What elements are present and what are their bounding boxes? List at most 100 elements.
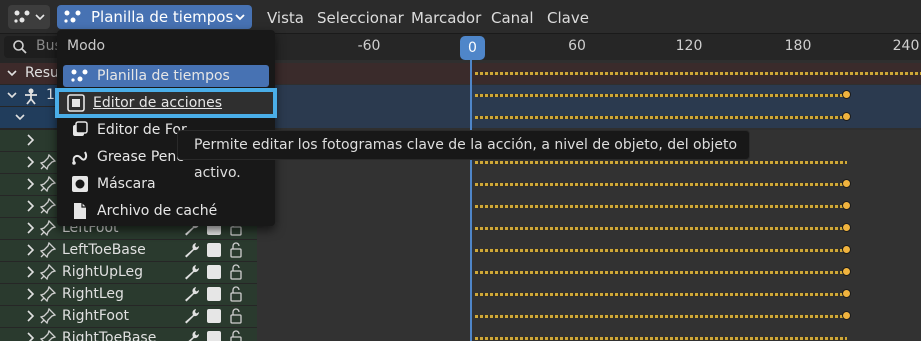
wrench-icon[interactable] — [184, 264, 200, 280]
lock-icon[interactable] — [229, 330, 243, 341]
mode-dropdown[interactable]: Planilla de tiempos — [57, 5, 252, 29]
pin-icon[interactable] — [40, 198, 56, 214]
editor-type-button[interactable] — [8, 5, 50, 29]
wrench-icon[interactable] — [184, 242, 200, 258]
timeline-area[interactable]: -60 60 120 180 240 — [257, 34, 921, 341]
keyframe-strip[interactable] — [475, 227, 847, 230]
mode-menu: Modo Planilla de tiempos Editor de For G… — [57, 30, 275, 226]
visibility-checkbox[interactable] — [207, 287, 221, 301]
frame-ruler[interactable]: -60 60 120 180 240 — [257, 34, 921, 60]
pin-icon[interactable] — [40, 220, 56, 236]
keyframe-strip[interactable] — [475, 315, 847, 318]
keyframe-strip[interactable] — [475, 205, 847, 208]
pin-icon[interactable] — [40, 330, 56, 341]
keyframe[interactable] — [842, 311, 851, 320]
mode-item-dopesheet[interactable]: Planilla de tiempos — [63, 65, 269, 87]
chevron-right-icon[interactable] — [26, 199, 36, 213]
keyframe[interactable] — [842, 179, 851, 188]
lock-icon[interactable] — [229, 308, 243, 324]
mode-item-cache-file[interactable]: Archivo de caché — [63, 200, 269, 222]
frame-tick: -60 — [357, 38, 381, 54]
frame-tick: 60 — [568, 38, 586, 54]
mode-item-label: Grease Penc — [97, 149, 184, 165]
chevron-right-icon[interactable] — [26, 221, 36, 235]
keyframe[interactable] — [842, 112, 851, 121]
chevron-right-icon[interactable] — [26, 133, 36, 147]
dopesheet-icon — [69, 67, 91, 85]
bone-name: RightFoot — [62, 308, 130, 324]
pin-icon[interactable] — [40, 242, 56, 258]
lock-icon[interactable] — [229, 286, 243, 302]
menu-seleccionar[interactable]: Seleccionar — [317, 9, 404, 27]
wrench-icon[interactable] — [184, 330, 200, 341]
bone-name: RightToeBase — [62, 330, 157, 341]
pin-icon[interactable] — [40, 286, 56, 302]
chevron-down-icon[interactable] — [14, 111, 26, 123]
keyframe[interactable] — [842, 245, 851, 254]
keyframe-strip[interactable] — [475, 116, 847, 119]
keyframe-strip[interactable] — [475, 271, 847, 274]
mode-item-label: Editor de acciones — [93, 95, 223, 111]
mode-menu-title: Modo — [67, 38, 106, 54]
frame-tick: 120 — [675, 38, 703, 54]
keyframe[interactable] — [842, 267, 851, 276]
pin-icon[interactable] — [40, 176, 56, 192]
bone-row[interactable]: RightUpLeg — [0, 262, 257, 283]
wrench-icon[interactable] — [184, 308, 200, 324]
keyframe-strip[interactable] — [475, 337, 847, 340]
bone-row[interactable]: RightToeBase — [0, 328, 257, 341]
pin-icon[interactable] — [40, 308, 56, 324]
dopesheet-icon — [14, 10, 30, 23]
chevron-right-icon[interactable] — [26, 243, 36, 257]
bone-row[interactable]: RightFoot — [0, 306, 257, 327]
chevron-down-icon[interactable] — [6, 89, 18, 101]
mode-item-label: Planilla de tiempos — [97, 68, 230, 84]
menu-marcador[interactable]: Marcador — [411, 9, 481, 27]
chevron-right-icon[interactable] — [26, 265, 36, 279]
playhead-frame-indicator[interactable]: 0 — [460, 36, 485, 60]
pin-icon[interactable] — [40, 264, 56, 280]
object-label: 1 — [46, 87, 55, 103]
search-icon — [13, 40, 27, 54]
frame-tick: 180 — [784, 38, 812, 54]
wrench-icon[interactable] — [184, 286, 200, 302]
playhead-line[interactable] — [470, 56, 472, 341]
visibility-checkbox[interactable] — [207, 243, 221, 257]
keyframe[interactable] — [842, 90, 851, 99]
keyframe[interactable] — [842, 223, 851, 232]
mode-item-label: Editor de For — [97, 122, 187, 138]
keyframe[interactable] — [842, 201, 851, 210]
bone-row[interactable]: RightLeg — [0, 284, 257, 305]
menu-canal[interactable]: Canal — [491, 9, 534, 27]
chevron-down-icon[interactable] — [6, 67, 18, 79]
object-track — [257, 85, 921, 128]
chevron-right-icon[interactable] — [26, 177, 36, 191]
visibility-checkbox[interactable] — [207, 331, 221, 341]
keyframe-strip[interactable] — [475, 249, 847, 252]
chevron-right-icon[interactable] — [26, 287, 36, 301]
keyframe[interactable] — [842, 289, 851, 298]
lock-icon[interactable] — [229, 242, 243, 258]
bone-row[interactable]: LeftToeBase — [0, 240, 257, 261]
action-editor-icon — [65, 94, 87, 112]
visibility-checkbox[interactable] — [207, 265, 221, 279]
lock-icon[interactable] — [229, 264, 243, 280]
menu-vista[interactable]: Vista — [267, 9, 304, 27]
grease-pencil-icon — [69, 148, 91, 166]
menu-clave[interactable]: Clave — [547, 9, 589, 27]
pin-icon[interactable] — [40, 154, 56, 170]
chevron-right-icon[interactable] — [26, 309, 36, 323]
keyframe-strip[interactable] — [475, 94, 847, 97]
mode-dropdown-label: Planilla de tiempos — [91, 8, 234, 26]
visibility-checkbox[interactable] — [207, 309, 221, 323]
chevron-down-icon — [35, 14, 45, 21]
mode-item-action-editor[interactable]: Editor de acciones — [55, 88, 277, 118]
keyframe-strip[interactable] — [475, 183, 847, 186]
chevron-right-icon[interactable] — [26, 331, 36, 341]
keyframe-strip[interactable] — [475, 72, 921, 75]
chevron-down-icon — [235, 14, 245, 21]
chevron-right-icon[interactable] — [26, 155, 36, 169]
frame-tick: 240 — [892, 38, 920, 54]
keyframe-strip[interactable] — [475, 161, 847, 164]
keyframe-strip[interactable] — [475, 293, 847, 296]
